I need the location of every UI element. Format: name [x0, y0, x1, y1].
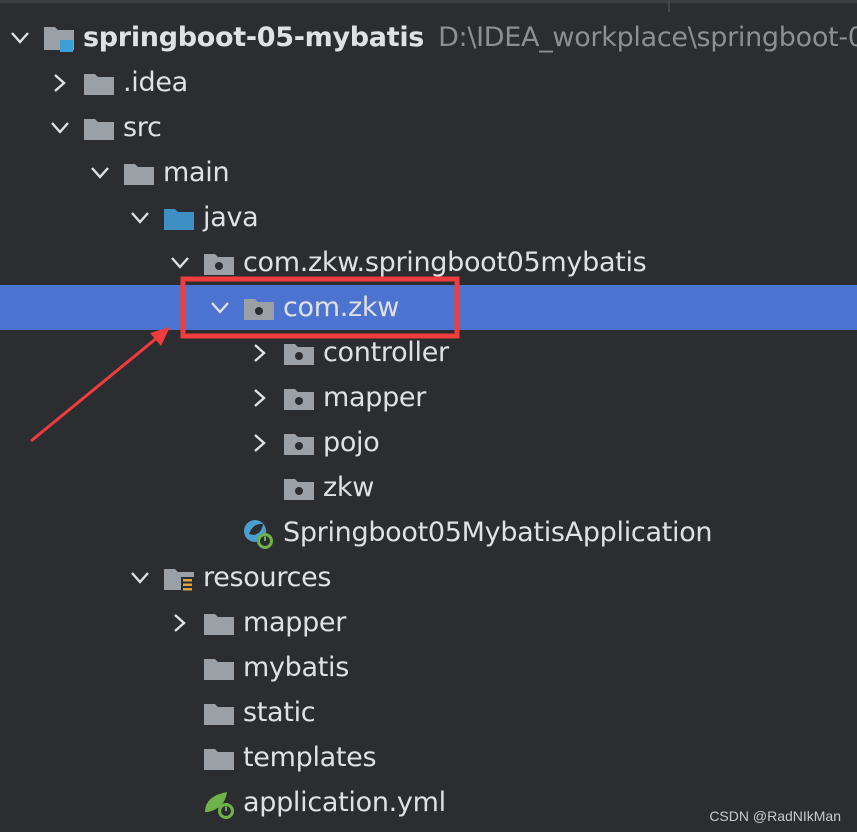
tree-item-mapper[interactable]: mapper — [0, 600, 857, 645]
tree-item-main[interactable]: main — [0, 150, 857, 195]
tree-item-idea[interactable]: .idea — [0, 60, 857, 105]
project-path: D:\IDEA_workplace\springboot-05 — [438, 22, 857, 53]
spring-boot-app-icon — [242, 518, 276, 549]
project-tree[interactable]: springboot-05-mybatis D:\IDEA_workplace\s… — [0, 15, 857, 825]
chevron-down-icon[interactable] — [128, 555, 152, 600]
package-icon — [282, 428, 316, 458]
tree-item-label: .idea — [123, 67, 188, 98]
source-root-folder-icon — [162, 203, 196, 233]
folder-icon — [82, 68, 116, 98]
package-icon — [282, 338, 316, 368]
tree-item-label: java — [203, 202, 259, 233]
tree-item-label: application.yml — [243, 787, 446, 818]
tree-item-com-zkw-springboot05mybatis[interactable]: com.zkw.springboot05mybatis — [0, 240, 857, 285]
chevron-down-icon[interactable] — [128, 195, 152, 240]
tab-divider — [668, 0, 670, 12]
chevron-right-icon[interactable] — [168, 600, 192, 645]
tree-item-label: com.zkw — [283, 292, 400, 323]
spring-config-file-icon — [202, 788, 236, 819]
tree-item-label: main — [163, 157, 230, 188]
tree-item-label: static — [243, 697, 316, 728]
package-icon — [282, 383, 316, 413]
tree-item-com-zkw[interactable]: com.zkw — [0, 285, 857, 330]
chevron-down-icon[interactable] — [8, 15, 32, 60]
tree-item-static[interactable]: static — [0, 690, 857, 735]
resources-root-folder-icon — [162, 563, 196, 593]
tree-item-springboot-05-mybatis[interactable]: springboot-05-mybatis D:\IDEA_workplace\s… — [0, 15, 857, 60]
package-icon — [282, 473, 316, 503]
tree-item-label: src — [123, 112, 162, 143]
folder-icon — [202, 653, 236, 683]
chevron-down-icon[interactable] — [208, 285, 232, 330]
chevron-right-icon[interactable] — [248, 375, 272, 420]
tree-item-label: mapper — [243, 607, 347, 638]
tree-item-label: com.zkw.springboot05mybatis — [243, 247, 647, 278]
top-border — [0, 0, 857, 12]
package-icon — [242, 293, 276, 323]
folder-icon — [82, 113, 116, 143]
tree-item-springboot05mybatisapplication[interactable]: Springboot05MybatisApplication — [0, 510, 857, 555]
chevron-down-icon[interactable] — [168, 240, 192, 285]
package-icon — [202, 248, 236, 278]
tree-item-label: templates — [243, 742, 377, 773]
tree-item-java[interactable]: java — [0, 195, 857, 240]
tree-item-templates[interactable]: templates — [0, 735, 857, 780]
tree-item-resources[interactable]: resources — [0, 555, 857, 600]
tree-item-mapper[interactable]: mapper — [0, 375, 857, 420]
chevron-down-icon[interactable] — [88, 150, 112, 195]
tree-item-label: mybatis — [243, 652, 350, 683]
tree-item-label: resources — [203, 562, 332, 593]
folder-icon — [202, 698, 236, 728]
tree-item-label: zkw — [323, 472, 374, 503]
tree-item-label: springboot-05-mybatis — [83, 22, 425, 53]
tree-item-controller[interactable]: controller — [0, 330, 857, 375]
module-folder-icon — [42, 23, 76, 53]
tree-item-label: mapper — [323, 382, 427, 413]
chevron-right-icon[interactable] — [48, 60, 72, 105]
tree-item-pojo[interactable]: pojo — [0, 420, 857, 465]
watermark: CSDN @RadNIkMan — [709, 808, 841, 824]
tree-item-mybatis[interactable]: mybatis — [0, 645, 857, 690]
tree-item-label: pojo — [323, 427, 380, 458]
folder-icon — [202, 608, 236, 638]
chevron-down-icon[interactable] — [48, 105, 72, 150]
tree-item-label: Springboot05MybatisApplication — [283, 517, 713, 548]
folder-icon — [202, 743, 236, 773]
folder-icon — [122, 158, 156, 188]
tree-item-label: controller — [323, 337, 449, 368]
tree-item-src[interactable]: src — [0, 105, 857, 150]
tree-item-zkw[interactable]: zkw — [0, 465, 857, 510]
chevron-right-icon[interactable] — [248, 420, 272, 465]
chevron-right-icon[interactable] — [248, 330, 272, 375]
